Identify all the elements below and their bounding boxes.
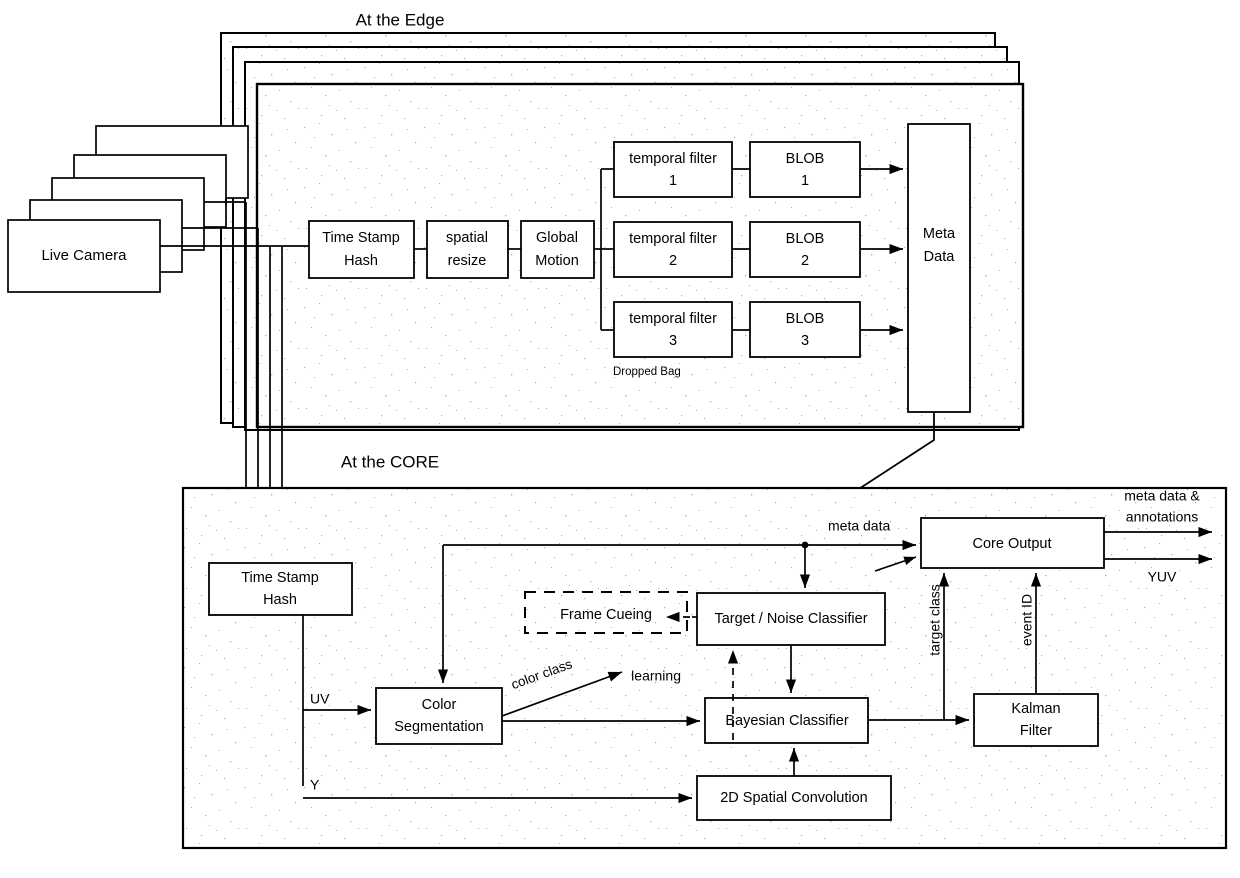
meta-data-line2: Data — [924, 249, 956, 265]
meta-data-label: meta data — [828, 518, 890, 534]
block-diagram: At the Edge Live Camera Live Camera Live… — [7, 10, 1228, 850]
event-id-label: event ID — [1019, 594, 1035, 646]
core-time-stamp-hash-line2: Hash — [263, 592, 297, 608]
diagram-canvas: At the Edge Live Camera Live Camera Live… — [0, 0, 1240, 878]
target-class-label: target class — [927, 584, 943, 656]
kalman-filter-line2: Filter — [1020, 723, 1052, 739]
temporal-filter-2-line2: 2 — [669, 253, 677, 269]
color-segmentation-block: Color Segmentation — [375, 687, 503, 745]
global-motion-block: Global Motion — [520, 220, 595, 279]
meta-data-block: Meta Data — [907, 123, 971, 413]
bayesian-classifier-block: Bayesian Classifier — [704, 697, 869, 744]
edge-time-stamp-hash-block: Time Stamp Hash — [308, 220, 415, 279]
temporal-filter-1-line2: 1 — [669, 173, 677, 189]
kalman-filter-block: Kalman Filter — [973, 693, 1099, 747]
camera-stack: Live Camera Live Camera Live Camera Live… — [7, 125, 249, 293]
spatial-convolution-label: 2D Spatial Convolution — [720, 790, 868, 806]
y-label: Y — [310, 777, 320, 793]
spatial-resize-line1: spatial — [446, 230, 488, 246]
learning-label: learning — [631, 668, 681, 684]
blob-1-block: BLOB 1 — [749, 141, 861, 198]
core-time-stamp-hash-line1: Time Stamp — [241, 570, 319, 586]
temporal-filter-3-block: temporal filter 3 — [613, 301, 733, 358]
frame-cueing-label: Frame Cueing — [560, 607, 652, 623]
core-output-block: Core Output — [920, 517, 1105, 569]
uv-label: UV — [310, 691, 330, 707]
dropped-bag-label: Dropped Bag — [613, 366, 681, 378]
bayesian-classifier-label: Bayesian Classifier — [725, 713, 848, 729]
core-title: At the CORE — [341, 452, 439, 471]
blob-2-block: BLOB 2 — [749, 221, 861, 278]
yuv-label: YUV — [1148, 569, 1177, 585]
color-segmentation-line1: Color — [422, 697, 457, 713]
core-time-stamp-hash-block: Time Stamp Hash — [208, 562, 353, 616]
blob-2-line1: BLOB — [786, 231, 825, 247]
blob-3-block: BLOB 3 — [749, 301, 861, 358]
temporal-filter-3-line2: 3 — [669, 333, 677, 349]
blob-1-line2: 1 — [801, 173, 809, 189]
camera-label-1: Live Camera — [41, 247, 127, 264]
temporal-filter-1-block: temporal filter 1 — [613, 141, 733, 198]
target-noise-classifier-label: Target / Noise Classifier — [714, 611, 867, 627]
spatial-resize-block: spatial resize — [426, 220, 509, 279]
temporal-filter-2-block: temporal filter 2 — [613, 221, 733, 278]
meta-data-line1: Meta — [923, 226, 956, 242]
temporal-filter-1-line1: temporal filter — [629, 151, 717, 167]
spatial-resize-line2: resize — [448, 253, 487, 269]
temporal-filter-2-line1: temporal filter — [629, 231, 717, 247]
core-output-label: Core Output — [973, 536, 1052, 552]
global-motion-line2: Motion — [535, 253, 579, 269]
blob-3-line2: 3 — [801, 333, 809, 349]
target-noise-classifier-block: Target / Noise Classifier — [696, 592, 886, 646]
edge-time-stamp-hash-line2: Hash — [344, 253, 378, 269]
spatial-convolution-block: 2D Spatial Convolution — [696, 775, 892, 821]
blob-2-line2: 2 — [801, 253, 809, 269]
meta-data-annotations-line2: annotations — [1126, 509, 1198, 525]
edge-time-stamp-hash-line1: Time Stamp — [322, 230, 400, 246]
color-segmentation-line2: Segmentation — [394, 719, 483, 735]
meta-data-annotations-line1: meta data & — [1124, 488, 1200, 504]
kalman-filter-line1: Kalman — [1011, 701, 1060, 717]
global-motion-line1: Global — [536, 230, 578, 246]
edge-title: At the Edge — [356, 10, 445, 29]
blob-3-line1: BLOB — [786, 311, 825, 327]
blob-1-line1: BLOB — [786, 151, 825, 167]
temporal-filter-3-line1: temporal filter — [629, 311, 717, 327]
